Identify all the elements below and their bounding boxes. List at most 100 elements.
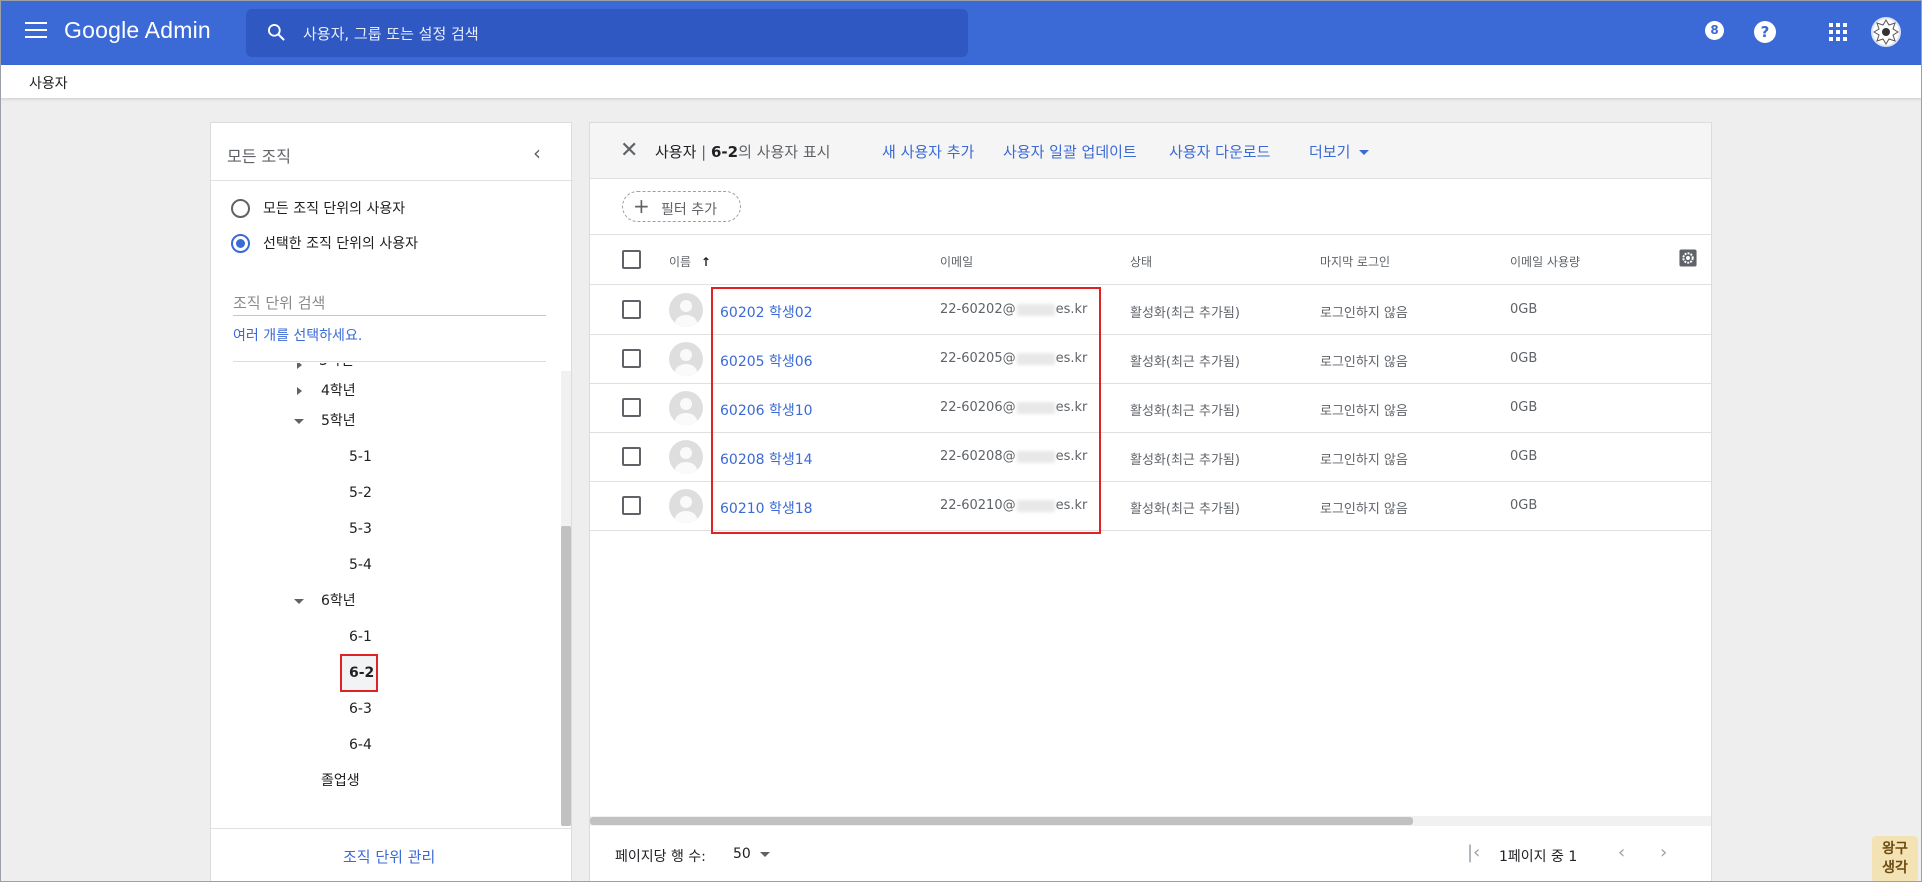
user-email: 22-60208@ es.kr (940, 449, 1087, 464)
org-panel-footer: 조직 단위 관리 (211, 828, 571, 882)
org-unit-panel: 모든 조직 ‹ 모든 조직 단위의 사용자 선택한 조직 단위의 사용자 조직 … (210, 122, 572, 882)
radio-button[interactable] (231, 198, 250, 218)
column-header-email[interactable]: 이메일 (940, 253, 973, 270)
email-prefix: 22-60210@ (940, 498, 1016, 513)
tree-node-grade6[interactable]: 6학년 (321, 589, 356, 613)
org-unit-search-input[interactable]: 조직 단위 검색 (233, 286, 546, 316)
account-logo-icon (1873, 19, 1899, 45)
column-settings-gear-icon[interactable] (1679, 249, 1697, 267)
radio-button-selected[interactable] (231, 233, 250, 253)
email-suffix: es.kr (1055, 449, 1088, 464)
download-users-button[interactable]: 사용자 다운로드 (1169, 141, 1270, 162)
breadcrumb: 사용자 (0, 65, 1922, 98)
column-header-status[interactable]: 상태 (1130, 253, 1152, 270)
tree-node-6-3[interactable]: 6-3 (349, 697, 372, 721)
table-footer: 페이지당 행 수: 50 |‹ 1페이지 중 1 ‹ › (590, 828, 1711, 882)
row-checkbox[interactable] (622, 496, 641, 515)
close-icon[interactable]: ✕ (620, 138, 638, 163)
search-bar[interactable]: 사용자, 그룹 또는 설정 검색 (246, 9, 968, 57)
watermark-logo: 왕구 생각 (1872, 836, 1918, 882)
user-email-usage: 0GB (1510, 498, 1538, 513)
user-name-link[interactable]: 60208 학생14 (720, 449, 813, 469)
user-name-link[interactable]: 60210 학생18 (720, 498, 813, 518)
manage-org-units-link[interactable]: 조직 단위 관리 (343, 846, 435, 867)
expand-arrow-icon[interactable] (297, 387, 302, 395)
multi-select-link[interactable]: 여러 개를 선택하세요. (233, 325, 362, 345)
dropdown-caret-icon[interactable] (760, 852, 770, 857)
user-status: 활성화(최근 추가됨) (1130, 404, 1240, 419)
tree-node-5-1[interactable]: 5-1 (349, 445, 372, 469)
title-users: 사용자 (655, 143, 697, 161)
search-placeholder: 사용자, 그룹 또는 설정 검색 (303, 25, 479, 43)
add-user-button[interactable]: 새 사용자 추가 (882, 141, 974, 162)
tree-node-6-1[interactable]: 6-1 (349, 625, 372, 649)
google-admin-logo[interactable]: Google Admin (64, 17, 211, 44)
tree-node-grade4[interactable]: 4학년 (321, 379, 356, 403)
tree-node-grade3[interactable]: 3학년 (319, 363, 354, 373)
email-prefix: 22-60208@ (940, 449, 1016, 464)
previous-page-icon[interactable]: ‹ (1618, 842, 1625, 863)
user-email: 22-60206@ es.kr (940, 400, 1087, 415)
radio-selected-org-unit[interactable]: 선택한 조직 단위의 사용자 (231, 231, 418, 255)
column-header-email-usage[interactable]: 이메일 사용량 (1510, 253, 1580, 270)
users-panel-title: 사용자 | 6-2의 사용자 표시 (655, 141, 830, 162)
table-row[interactable]: 60208 학생14 22-60208@ es.kr 활성화(최근 추가됨) 로그인하지… (590, 433, 1711, 482)
user-avatar-icon (669, 440, 703, 474)
sort-ascending-icon[interactable]: ↑ (701, 255, 711, 269)
first-page-icon[interactable]: |‹ (1467, 842, 1480, 863)
more-button[interactable]: 더보기 (1309, 141, 1370, 162)
column-header-name[interactable]: 이름 ↑ (669, 253, 711, 270)
email-prefix: 22-60206@ (940, 400, 1016, 415)
user-last-login: 로그인하지 않음 (1320, 502, 1408, 517)
radio-all-label: 모든 조직 단위의 사용자 (263, 201, 406, 217)
collapse-arrow-icon[interactable] (294, 419, 304, 424)
rows-per-page-select[interactable]: 50 (733, 846, 751, 862)
page-info: 1페이지 중 1 (1499, 849, 1578, 865)
breadcrumb-users[interactable]: 사용자 (29, 73, 68, 93)
table-row[interactable]: 60202 학생02 22-60202@ es.kr 활성화(최근 추가됨) 로그인하지… (590, 286, 1711, 335)
add-filter-button[interactable]: + 필터 추가 (622, 191, 741, 222)
menu-icon[interactable] (25, 22, 47, 40)
tree-node-6-4[interactable]: 6-4 (349, 733, 372, 757)
tree-node-5-2[interactable]: 5-2 (349, 481, 372, 505)
collapse-arrow-icon[interactable] (294, 599, 304, 604)
add-filter-label: 필터 추가 (661, 202, 717, 218)
table-horizontal-scrollbar[interactable] (590, 816, 1711, 826)
select-all-checkbox[interactable] (622, 250, 641, 269)
scrollbar-thumb[interactable] (590, 817, 1413, 825)
expand-arrow-icon[interactable] (297, 363, 302, 369)
row-checkbox[interactable] (622, 398, 641, 417)
help-icon[interactable]: ? (1754, 21, 1776, 43)
tree-node-5-4[interactable]: 5-4 (349, 553, 372, 577)
user-name-link[interactable]: 60202 학생02 (720, 302, 813, 322)
account-avatar[interactable] (1871, 17, 1901, 47)
rows-per-page-label: 페이지당 행 수: (615, 849, 706, 865)
table-row[interactable]: 60210 학생18 22-60210@ es.kr 활성화(최근 추가됨) 로그인하지… (590, 482, 1711, 531)
divider (233, 361, 546, 362)
table-row[interactable]: 60205 학생06 22-60205@ es.kr 활성화(최근 추가됨) 로그인하지… (590, 335, 1711, 384)
org-panel-title: 모든 조직 (227, 147, 291, 166)
radio-all-org-units[interactable]: 모든 조직 단위의 사용자 (231, 196, 405, 220)
collapse-chevron-icon[interactable]: ‹ (533, 141, 541, 165)
tree-scrollbar-thumb[interactable] (561, 526, 571, 826)
bulk-update-users-button[interactable]: 사용자 일괄 업데이트 (1003, 141, 1137, 162)
table-row[interactable]: 60206 학생10 22-60206@ es.kr 활성화(최근 추가됨) 로그인하지… (590, 384, 1711, 433)
row-checkbox[interactable] (622, 447, 641, 466)
user-email-usage: 0GB (1510, 302, 1538, 317)
title-org-unit: 6-2 (711, 143, 739, 161)
tree-node-6-2[interactable]: 6-2 (349, 661, 374, 685)
tree-node-graduates[interactable]: 졸업생 (321, 769, 360, 793)
next-page-icon[interactable]: › (1660, 842, 1667, 863)
radio-selected-label: 선택한 조직 단위의 사용자 (263, 236, 419, 252)
column-header-last-login[interactable]: 마지막 로그인 (1320, 253, 1390, 270)
email-suffix: es.kr (1055, 302, 1088, 317)
tree-node-grade5[interactable]: 5학년 (321, 409, 356, 433)
user-name-link[interactable]: 60206 학생10 (720, 400, 813, 420)
tree-node-5-3[interactable]: 5-3 (349, 517, 372, 541)
apps-grid-icon[interactable] (1829, 23, 1847, 41)
notification-badge-icon[interactable]: 8 (1705, 21, 1724, 40)
row-checkbox[interactable] (622, 349, 641, 368)
email-prefix: 22-60205@ (940, 351, 1016, 366)
row-checkbox[interactable] (622, 300, 641, 319)
user-name-link[interactable]: 60205 학생06 (720, 351, 813, 371)
